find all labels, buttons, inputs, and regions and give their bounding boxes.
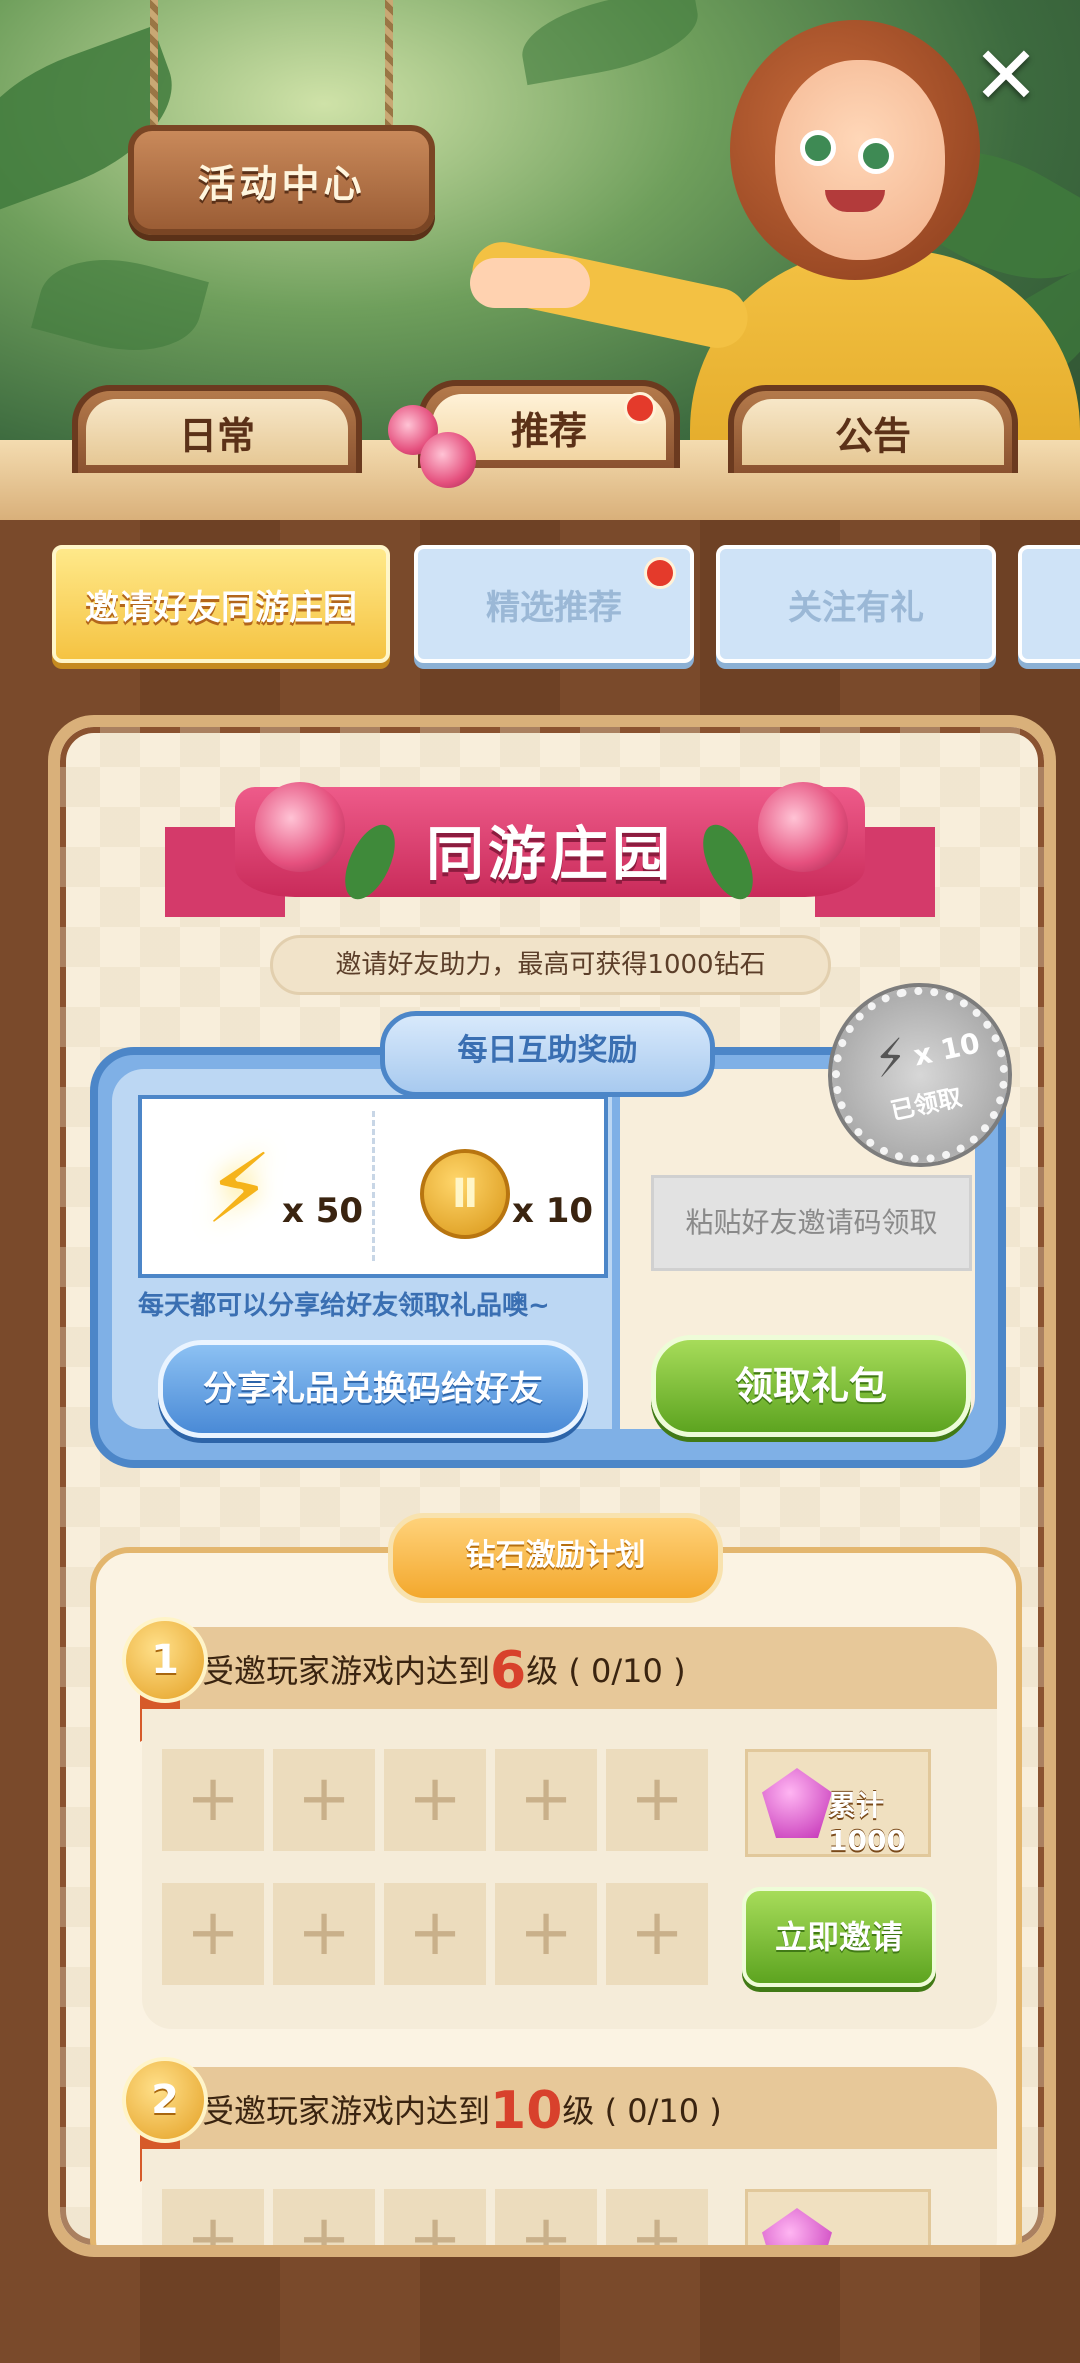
share-code-button[interactable]: 分享礼品兑换码给好友 [158,1340,588,1438]
subtab-featured[interactable]: 精选推荐 [414,545,694,663]
tab-announcements[interactable]: 公告 [728,385,1018,473]
invite-slot[interactable]: + [162,1883,264,1985]
invite-slot[interactable]: + [162,2189,264,2245]
tab-daily[interactable]: 日常 [72,385,362,473]
daily-reward-header: 每日互助奖励 [380,1011,715,1097]
invite-slot[interactable]: + [384,1749,486,1851]
character-eye [800,130,836,166]
activity-center-sign: 活动中心 [128,125,435,235]
reward-qty: x 50 [282,1191,364,1231]
reward-amount: 累计1000 [828,1789,906,1857]
medal-icon: 1 [122,1617,208,1703]
close-button[interactable]: ✕ [970,36,1042,116]
invite-slot[interactable]: + [273,1749,375,1851]
invite-slot[interactable]: + [606,2189,708,2245]
invite-code-input[interactable]: 粘贴好友邀请码领取 [651,1175,972,1271]
tier-requirement: 受邀玩家游戏内达到6级 ( 0/10 ) [202,1641,686,1701]
subtab-invite-friends[interactable]: 邀请好友同游庄园 [52,545,390,663]
notification-dot [644,557,676,589]
character-hand [470,258,590,308]
lightning-icon: ⚡ [868,1027,914,1090]
invite-slot[interactable]: + [384,1883,486,1985]
event-panel: 同游庄园 邀请好友助力，最高可获得1000钻石 ⚡ x 50 Ⅱ x 10 每天… [48,715,1056,2257]
daily-reward-box: ⚡ x 50 Ⅱ x 10 [138,1095,608,1278]
close-icon: ✕ [972,29,1040,122]
sign-title: 活动中心 [197,161,366,206]
lightning-icon: ⚡ [205,1133,273,1245]
tier-2: 受邀玩家游戏内达到10级 ( 0/10 ) 2 + + + + + [122,2057,997,2245]
tab-label: 推荐 [510,408,587,453]
invite-now-button[interactable]: 立即邀请 [742,1887,936,1987]
diamond-icon [762,2208,832,2245]
rose-decoration [420,432,476,488]
notification-dot [624,392,656,424]
subtab-follow-gift[interactable]: 关注有礼 [716,545,996,663]
tab-label: 日常 [178,413,255,458]
character-eye [858,138,894,174]
diamond-reward [745,2189,931,2245]
invite-slot[interactable]: + [495,1883,597,1985]
invite-slot[interactable]: + [606,1749,708,1851]
diamond-plan-header: 钻石激励计划 [388,1513,723,1603]
daily-tip: 每天都可以分享给好友领取礼品噢~ [138,1291,550,1321]
invite-slot[interactable]: + [273,1883,375,1985]
invite-slot[interactable]: + [273,2189,375,2245]
coin-icon: Ⅱ [420,1149,510,1239]
rope [385,0,393,135]
diamond-reward: 累计1000 [745,1749,931,1857]
subtab-more[interactable] [1018,545,1080,663]
subtab-label: 邀请好友同游庄园 [85,587,357,628]
reward-qty: x 10 [512,1191,594,1231]
invite-slot[interactable]: + [384,2189,486,2245]
rope [150,0,158,135]
event-subtitle: 邀请好友助力，最高可获得1000钻石 [270,935,831,995]
diamond-icon [762,1768,832,1838]
rose-icon [255,782,345,872]
invite-slot[interactable]: + [162,1749,264,1851]
subtab-label: 关注有礼 [788,587,924,628]
tier-level: 6 [490,1641,527,1701]
tier-level: 10 [490,2081,563,2141]
tab-label: 公告 [834,413,911,458]
foliage-decoration [515,0,705,86]
tier-requirement: 受邀玩家游戏内达到10级 ( 0/10 ) [202,2081,722,2141]
medal-icon: 2 [122,2057,208,2143]
tier-1: 受邀玩家游戏内达到6级 ( 0/10 ) 1 + + + + + + + + +… [122,1617,997,2047]
invite-slot[interactable]: + [606,1883,708,1985]
rose-icon [758,782,848,872]
invite-slot[interactable]: + [495,2189,597,2245]
invite-slot[interactable]: + [495,1749,597,1851]
foliage-decoration [31,240,209,370]
subtab-label: 精选推荐 [486,587,622,628]
stamp-qty: x 10 [910,1026,983,1073]
claim-gift-button[interactable]: 领取礼包 [651,1335,971,1437]
